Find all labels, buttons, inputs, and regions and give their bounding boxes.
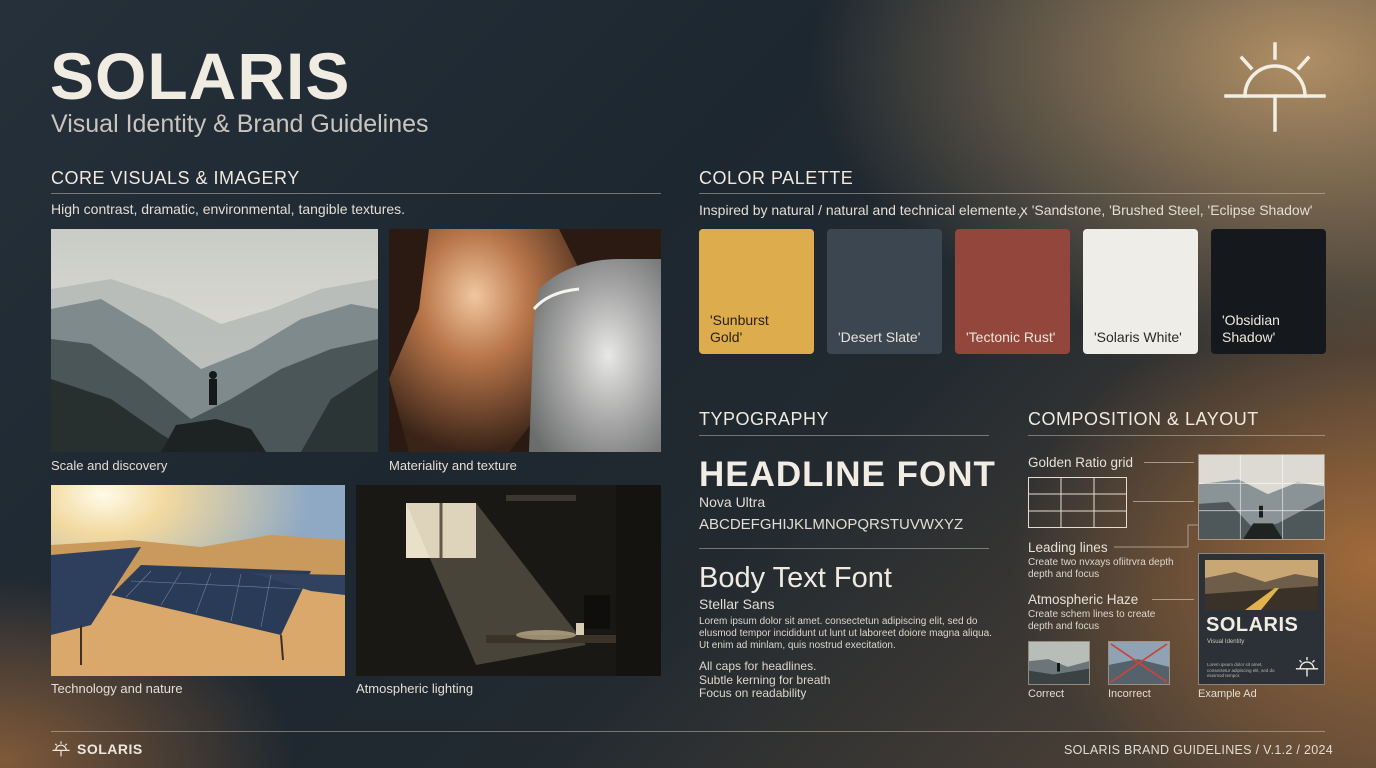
leading-lines-label: Leading lines <box>1028 540 1108 555</box>
footer-divider <box>51 731 1325 732</box>
leading-lines-description: Create two nvxays ofiitrvra depth depth … <box>1028 557 1174 580</box>
footer-logo-text: SOLARIS <box>77 741 143 757</box>
typography-title: TYPOGRAPHY <box>699 409 830 429</box>
photo-caption: Technology and nature <box>51 681 183 696</box>
typography-inner-divider <box>699 548 989 549</box>
photo-solar-panels <box>51 485 345 676</box>
footer-logo: SOLARIS <box>51 741 143 757</box>
core-visuals-divider <box>51 193 661 194</box>
photo-atmospheric-light <box>356 485 661 676</box>
ad-photo <box>1205 560 1318 610</box>
example-ad-label: Example Ad <box>1198 688 1257 700</box>
color-swatch: 'Sunburst Gold' <box>699 229 814 354</box>
brand-title: SOLARIS <box>50 39 351 113</box>
color-swatch-name: 'Tectonic Rust' <box>966 329 1056 345</box>
core-visuals-title: CORE VISUALS & IMAGERY <box>51 168 300 188</box>
leader-line <box>1152 599 1194 600</box>
tip-item: Focus on readability <box>699 686 807 700</box>
tip-item: All caps for headlines. <box>699 659 817 673</box>
photo-caption: Scale and discovery <box>51 458 168 473</box>
headline-font-sample: HEADLINE FONT <box>699 455 996 494</box>
example-ad: SOLARIS Visual Identity Lorem ipsum dolo… <box>1198 553 1325 685</box>
tip-item: Subtle kerning for breath <box>699 672 831 687</box>
composition-title: COMPOSITION & LAYOUT <box>1028 409 1259 429</box>
color-swatch: 'Obsidian Shadow' <box>1211 229 1326 354</box>
core-visuals-description: High contrast, dramatic, environmental, … <box>51 201 406 217</box>
color-swatch-name: 'Desert Slate' <box>838 329 921 345</box>
typography-tips: All caps for headlines. Subtle kerning f… <box>699 659 831 701</box>
correct-example-thumbnail <box>1028 641 1090 685</box>
ad-subtitle: Visual Identity <box>1207 639 1245 645</box>
golden-ratio-thumbnail <box>1198 454 1325 540</box>
color-swatch: 'Desert Slate' <box>827 229 942 354</box>
typography-divider <box>699 435 989 436</box>
body-font-name: Stellar Sans <box>699 596 775 612</box>
headline-font-name: Nova Ultra <box>699 494 766 510</box>
body-font-sample: Body Text Font <box>699 562 892 594</box>
color-palette-description: Inspired by natural / natural and techni… <box>699 202 1313 218</box>
photo-caption: Materiality and texture <box>389 458 517 473</box>
composition-divider <box>1028 435 1325 436</box>
leader-line <box>1133 501 1194 502</box>
leader-line <box>1114 524 1198 548</box>
incorrect-example-thumbnail <box>1108 641 1170 685</box>
color-swatch-name: 'Obsidian Shadow' <box>1222 312 1280 345</box>
body-lorem-sample: Lorem ipsum dolor sit amet. consectetun … <box>699 616 992 651</box>
color-swatch: 'Solaris White' <box>1083 229 1198 354</box>
rising-sun-icon <box>52 741 70 757</box>
color-swatch: 'Tectonic Rust' <box>955 229 1070 354</box>
atmospheric-haze-description: Create schem lines to create depth and f… <box>1028 609 1156 632</box>
atmospheric-haze-label: Atmospheric Haze <box>1028 592 1139 607</box>
alphabet-sample: ABCDEFGHIJKLMNOPQRSTUVWXYZ <box>699 516 964 533</box>
color-swatch-name: 'Solaris White' <box>1094 329 1182 345</box>
color-palette-title: COLOR PALETTE <box>699 168 854 188</box>
leader-line <box>1144 462 1194 463</box>
color-swatch-name: 'Sunburst Gold' <box>710 312 769 345</box>
footer-version: SOLARIS BRAND GUIDELINES / V.1.2 / 2024 <box>1064 743 1333 757</box>
photo-mountain-scale <box>51 229 378 452</box>
correct-label: Correct <box>1028 688 1065 700</box>
incorrect-label: Incorrect <box>1108 688 1151 700</box>
ad-body: Lorem ipsum dolor sit amet, consectetur … <box>1207 662 1275 678</box>
ad-title: SOLARIS <box>1206 614 1299 636</box>
golden-ratio-label: Golden Ratio grid <box>1028 455 1134 470</box>
rising-sun-icon <box>1224 42 1326 132</box>
brand-subtitle: Visual Identity & Brand Guidelines <box>51 110 429 138</box>
photo-materiality <box>389 229 661 452</box>
color-palette-divider <box>699 193 1325 194</box>
photo-caption: Atmospheric lighting <box>356 681 474 696</box>
golden-ratio-grid-diagram <box>1028 477 1127 528</box>
rising-sun-icon <box>1295 657 1319 677</box>
